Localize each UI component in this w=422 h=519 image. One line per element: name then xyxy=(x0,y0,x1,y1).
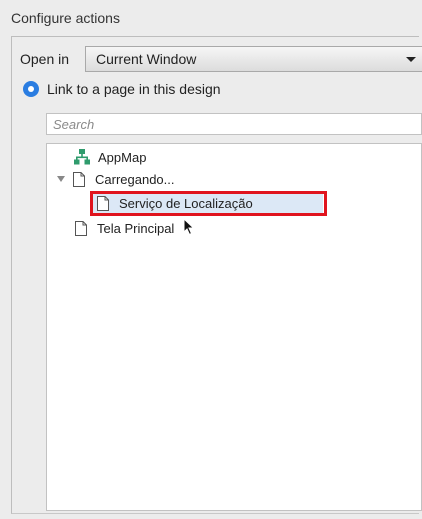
link-to-page-option[interactable]: Link to a page in this design xyxy=(23,81,221,97)
dropdown-arrow-icon xyxy=(406,57,416,62)
open-in-row: Open in xyxy=(20,46,88,72)
open-in-select[interactable]: Current Window xyxy=(85,46,422,72)
section-title: Configure actions xyxy=(11,10,120,26)
page-icon xyxy=(97,195,109,211)
tree-item-label: AppMap xyxy=(98,149,147,165)
configure-actions-panel: Configure actions Open in Current Window… xyxy=(0,0,422,519)
tree-item-servico-de-localizacao[interactable]: Serviço de Localização xyxy=(91,192,323,214)
sitemap-icon xyxy=(74,149,90,165)
mouse-pointer-icon xyxy=(183,218,195,236)
radio-selected-icon[interactable] xyxy=(23,81,39,97)
search-input[interactable] xyxy=(46,113,422,135)
tree-item-appmap[interactable]: AppMap xyxy=(74,146,146,168)
page-icon xyxy=(73,171,85,187)
tree-item-label: Carregando... xyxy=(95,171,175,187)
link-to-page-label: Link to a page in this design xyxy=(47,81,221,97)
expand-arrow-icon[interactable] xyxy=(57,176,65,182)
tree-item-label: Serviço de Localização xyxy=(119,195,253,211)
tree-item-tela-principal[interactable]: Tela Principal xyxy=(75,217,174,239)
page-icon xyxy=(75,220,87,236)
page-tree: AppMap Carregando... Serviço de Localiza… xyxy=(46,143,422,511)
open-in-label: Open in xyxy=(20,51,70,67)
open-in-selected-value: Current Window xyxy=(96,51,197,67)
tree-item-carregando[interactable]: Carregando... xyxy=(57,168,175,190)
tree-item-label: Tela Principal xyxy=(97,220,175,236)
